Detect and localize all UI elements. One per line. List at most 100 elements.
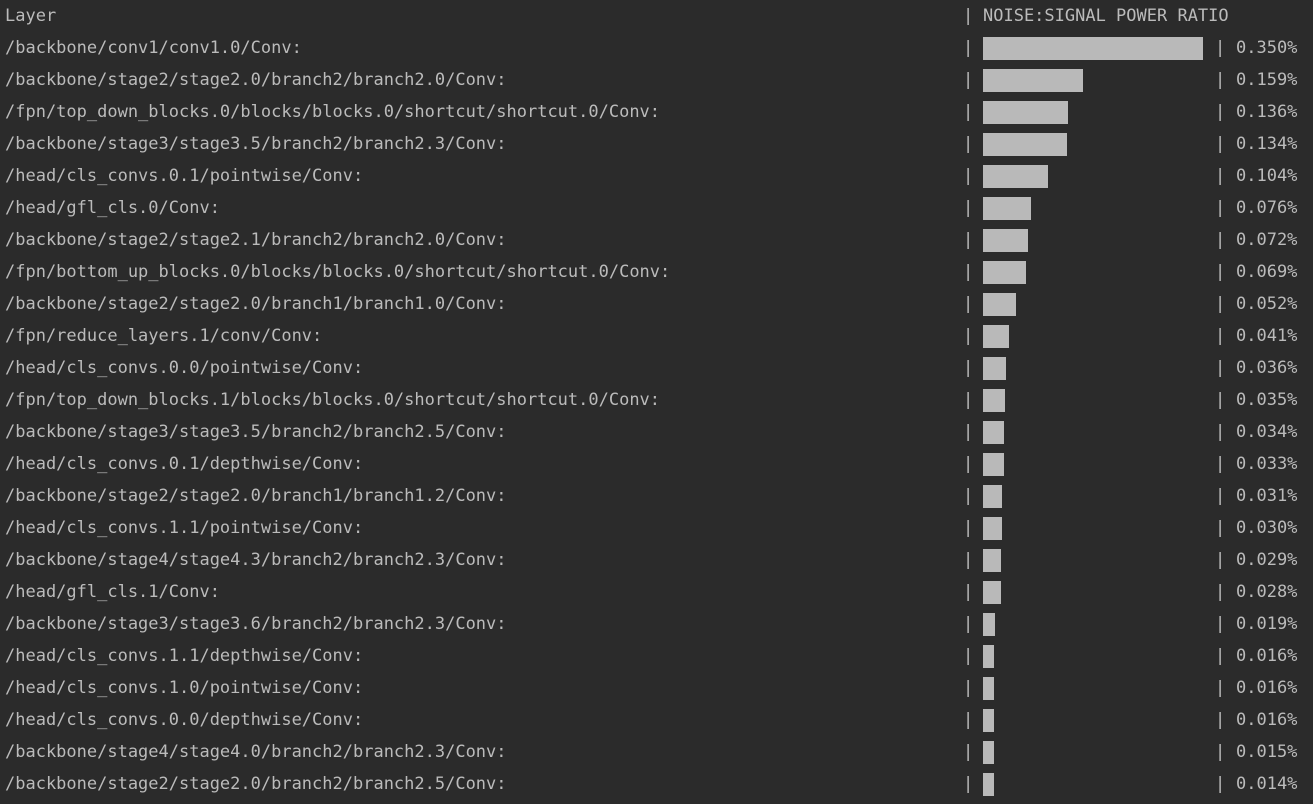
column-separator: | xyxy=(963,646,974,666)
ratio-value: 0.350% xyxy=(1236,38,1298,58)
table-row: /backbone/stage2/stage2.0/branch2/branch… xyxy=(0,768,1313,800)
ratio-value: 0.016% xyxy=(1236,710,1298,730)
table-row: /head/cls_convs.0.0/pointwise/Conv: | | 0.0… xyxy=(0,352,1313,384)
table-row: /backbone/stage3/stage3.5/branch2/branch… xyxy=(0,128,1313,160)
column-separator: | xyxy=(1215,230,1226,250)
ratio-value: 0.035% xyxy=(1236,390,1298,410)
ratio-value: 0.031% xyxy=(1236,486,1298,506)
column-separator: | xyxy=(1215,102,1226,122)
layer-name: /backbone/stage2/stage2.0/branch1/branch… xyxy=(5,486,507,506)
ratio-bar xyxy=(983,197,1031,220)
layer-name: /head/cls_convs.0.1/pointwise/Conv: xyxy=(5,166,364,186)
column-separator: | xyxy=(963,198,974,218)
layer-column-header: Layer xyxy=(5,6,57,26)
column-separator: | xyxy=(1215,454,1226,474)
layer-name: /head/cls_convs.1.1/pointwise/Conv: xyxy=(5,518,364,538)
column-separator: | xyxy=(1215,678,1226,698)
table-row: /backbone/stage2/stage2.1/branch2/branch… xyxy=(0,224,1313,256)
ratio-value: 0.052% xyxy=(1236,294,1298,314)
table-row: /head/cls_convs.0.1/depthwise/Conv: | | 0.0… xyxy=(0,448,1313,480)
table-row: /backbone/conv1/conv1.0/Conv: | | 0.350% xyxy=(0,32,1313,64)
column-separator: | xyxy=(963,582,974,602)
ratio-value: 0.015% xyxy=(1236,742,1298,762)
layer-name: /head/cls_convs.1.0/pointwise/Conv: xyxy=(5,678,364,698)
layer-name: /backbone/stage4/stage4.3/branch2/branch… xyxy=(5,550,507,570)
layer-name: /backbone/stage2/stage2.1/branch2/branch… xyxy=(5,230,507,250)
ratio-value: 0.036% xyxy=(1236,358,1298,378)
layer-name: /head/cls_convs.0.0/pointwise/Conv: xyxy=(5,358,364,378)
table-row: /backbone/stage4/stage4.3/branch2/branch… xyxy=(0,544,1313,576)
table-row: /backbone/stage2/stage2.0/branch1/branch… xyxy=(0,480,1313,512)
ratio-value: 0.076% xyxy=(1236,198,1298,218)
layer-name: /fpn/top_down_blocks.0/blocks/blocks.0/s… xyxy=(5,102,661,122)
ratio-bar xyxy=(983,677,994,700)
ratio-value: 0.034% xyxy=(1236,422,1298,442)
column-separator: | xyxy=(963,774,974,794)
column-separator: | xyxy=(1215,518,1226,538)
layer-name: /backbone/conv1/conv1.0/Conv: xyxy=(5,38,302,58)
terminal-output: Layer | NOISE:SIGNAL POWER RATIO /backbo… xyxy=(0,0,1313,804)
column-separator: | xyxy=(1215,198,1226,218)
ratio-value: 0.072% xyxy=(1236,230,1298,250)
table-row: /fpn/top_down_blocks.1/blocks/blocks.0/s… xyxy=(0,384,1313,416)
layer-name: /backbone/stage2/stage2.0/branch2/branch… xyxy=(5,774,507,794)
ratio-bar xyxy=(983,485,1002,508)
ratio-value: 0.134% xyxy=(1236,134,1298,154)
ratio-bar xyxy=(983,421,1004,444)
column-separator: | xyxy=(1215,326,1226,346)
layer-name: /backbone/stage2/stage2.0/branch2/branch… xyxy=(5,70,507,90)
table-row: /backbone/stage4/stage4.0/branch2/branch… xyxy=(0,736,1313,768)
layer-name: /backbone/stage3/stage3.5/branch2/branch… xyxy=(5,422,507,442)
ratio-value: 0.136% xyxy=(1236,102,1298,122)
layer-name: /fpn/top_down_blocks.1/blocks/blocks.0/s… xyxy=(5,390,661,410)
layer-name: /head/gfl_cls.0/Conv: xyxy=(5,198,220,218)
ratio-value: 0.014% xyxy=(1236,774,1298,794)
column-separator: | xyxy=(963,134,974,154)
ratio-value: 0.104% xyxy=(1236,166,1298,186)
layer-name: /backbone/stage4/stage4.0/branch2/branch… xyxy=(5,742,507,762)
ratio-bar xyxy=(983,389,1005,412)
ratio-bar xyxy=(983,645,994,668)
table-row: /backbone/stage3/stage3.6/branch2/branch… xyxy=(0,608,1313,640)
ratio-bar xyxy=(983,133,1067,156)
layer-name: /fpn/reduce_layers.1/conv/Conv: xyxy=(5,326,323,346)
column-separator: | xyxy=(963,230,974,250)
column-separator: | xyxy=(1215,262,1226,282)
table-row: /backbone/stage2/stage2.0/branch2/branch… xyxy=(0,64,1313,96)
column-separator: | xyxy=(963,294,974,314)
column-separator: | xyxy=(1215,774,1226,794)
layer-name: /head/cls_convs.1.1/depthwise/Conv: xyxy=(5,646,364,666)
ratio-bar xyxy=(983,293,1016,316)
column-separator: | xyxy=(963,486,974,506)
ratio-value: 0.033% xyxy=(1236,454,1298,474)
column-separator: | xyxy=(963,742,974,762)
header-row: Layer | NOISE:SIGNAL POWER RATIO xyxy=(0,0,1313,32)
column-separator: | xyxy=(1215,38,1226,58)
column-separator: | xyxy=(1215,550,1226,570)
layer-name: /head/cls_convs.0.1/depthwise/Conv: xyxy=(5,454,364,474)
table-row: /head/cls_convs.1.1/depthwise/Conv: | | 0.0… xyxy=(0,640,1313,672)
column-separator: | xyxy=(1215,358,1226,378)
ratio-value: 0.016% xyxy=(1236,646,1298,666)
column-separator: | xyxy=(963,70,974,90)
column-separator: | xyxy=(1215,422,1226,442)
column-separator: | xyxy=(963,454,974,474)
column-separator: | xyxy=(963,166,974,186)
ratio-value: 0.159% xyxy=(1236,70,1298,90)
column-separator: | xyxy=(1215,134,1226,154)
table-row: /fpn/bottom_up_blocks.0/blocks/blocks.0/… xyxy=(0,256,1313,288)
column-separator: | xyxy=(1215,614,1226,634)
ratio-bar xyxy=(983,229,1028,252)
ratio-bar xyxy=(983,69,1083,92)
table-row: /fpn/top_down_blocks.0/blocks/blocks.0/s… xyxy=(0,96,1313,128)
table-row: /head/cls_convs.1.0/pointwise/Conv: | | 0.0… xyxy=(0,672,1313,704)
column-separator: | xyxy=(1215,742,1226,762)
ratio-value: 0.041% xyxy=(1236,326,1298,346)
layer-name: /backbone/stage3/stage3.5/branch2/branch… xyxy=(5,134,507,154)
ratio-bar xyxy=(983,357,1006,380)
column-separator: | xyxy=(963,38,974,58)
metric-column-header: NOISE:SIGNAL POWER RATIO xyxy=(983,6,1229,26)
table-row: /fpn/reduce_layers.1/conv/Conv: | | 0.041% xyxy=(0,320,1313,352)
table-row: /backbone/stage2/stage2.0/branch1/branch… xyxy=(0,288,1313,320)
column-separator: | xyxy=(963,262,974,282)
